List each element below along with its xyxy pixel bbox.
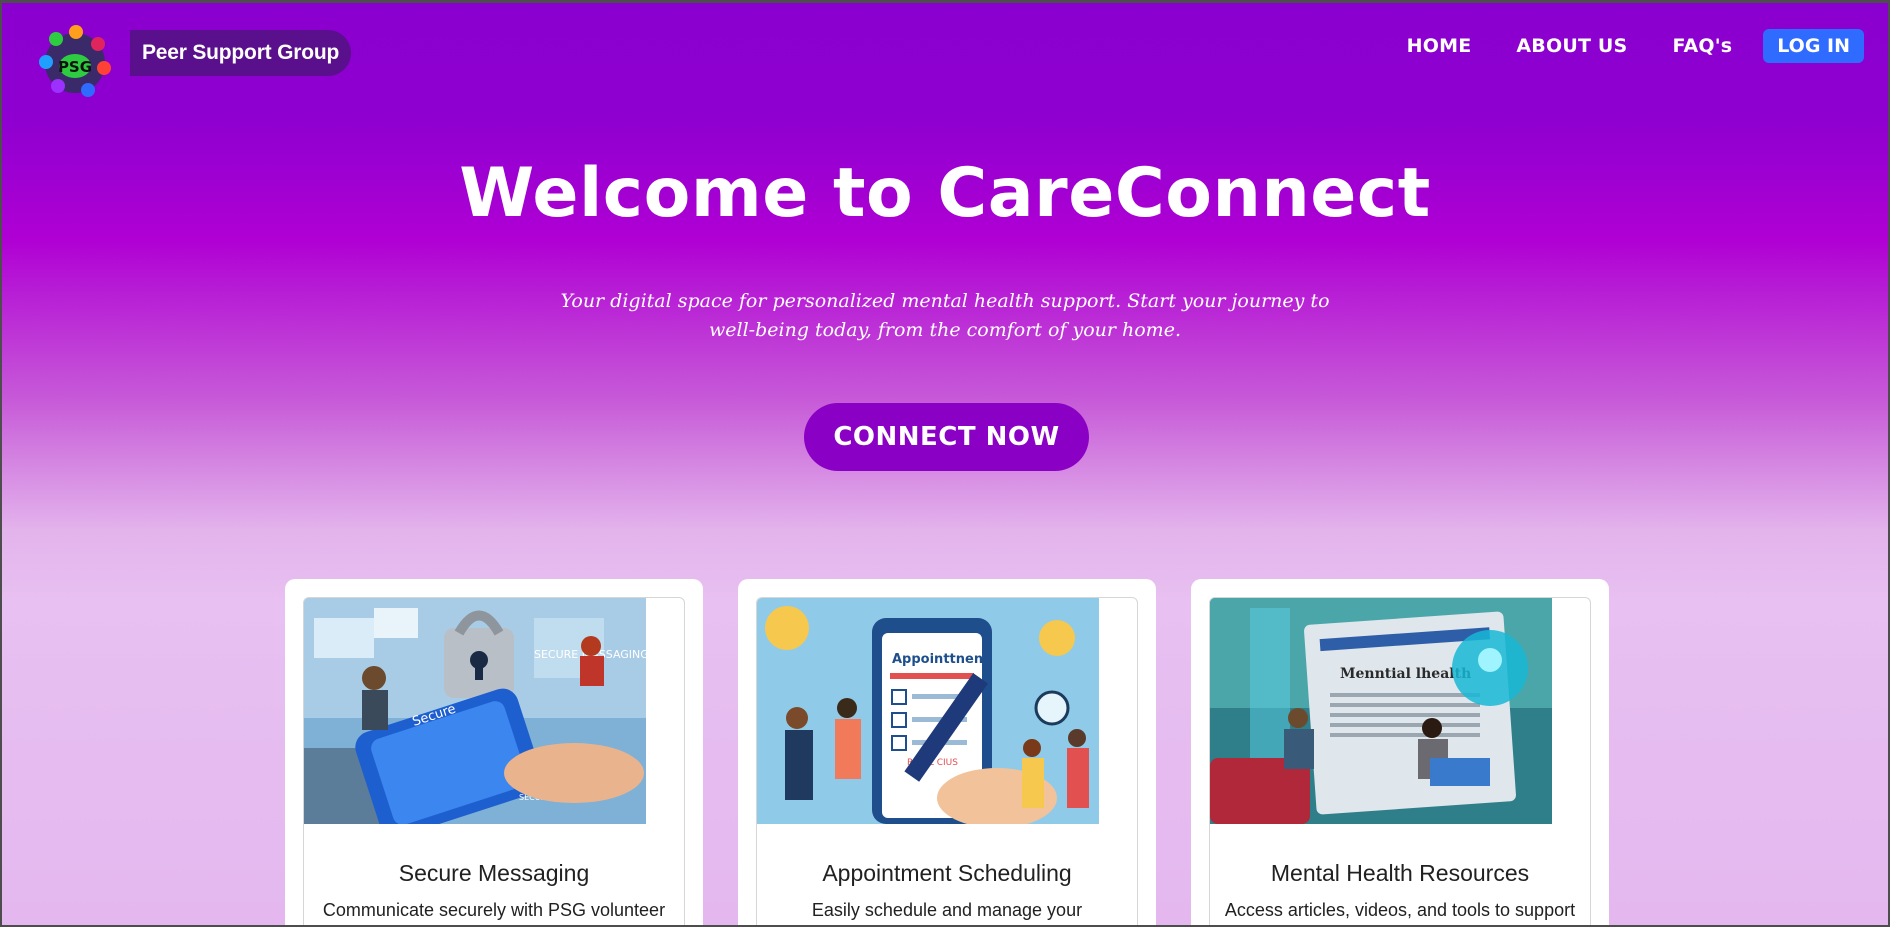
mental-health-resources-illustration: Menntial lhealth	[1210, 598, 1552, 824]
nav-faq-link[interactable]: FAQ's	[1672, 35, 1732, 57]
appointment-scheduling-illustration: Appointtnent RU AL CIUS	[757, 598, 1099, 824]
connect-now-button[interactable]: CONNECT NOW	[804, 403, 1089, 471]
card-title: Appointment Scheduling	[822, 860, 1072, 886]
feature-card-mental-health-resources: Menntial lhealth Mental Health Resources…	[1191, 579, 1609, 927]
nav-home-link[interactable]: HOME	[1407, 35, 1472, 57]
navbar: PSG Peer Support Group HOME ABOUT US FAQ…	[0, 0, 1890, 100]
card-title: Mental Health Resources	[1270, 860, 1530, 886]
card-description: Communicate securely with PSG volunteer …	[322, 900, 666, 920]
card-title: Secure Messaging	[398, 860, 590, 886]
hero-title: Welcome to CareConnect	[459, 154, 1431, 233]
hero-subtitle: Your digital space for personalized ment…	[560, 290, 1330, 341]
feature-card-appointment-scheduling: Appointtnent RU AL CIUS Appointment Sche…	[738, 579, 1156, 927]
nav-about-link[interactable]: ABOUT US	[1516, 35, 1627, 57]
feature-card-secure-messaging: Secure SECURE MASSAGING SECUR Secure Mes…	[285, 579, 703, 927]
card-description: Access articles, videos, and tools to su…	[1224, 900, 1576, 920]
login-button[interactable]: LOG IN	[1763, 29, 1864, 63]
svg-text:Menntial lhealth: Menntial lhealth	[1340, 666, 1471, 682]
nav-links: HOME ABOUT US FAQ's LOG IN	[1362, 29, 1864, 63]
brand-name[interactable]: Peer Support Group	[130, 30, 352, 76]
card-description: Easily schedule and manage your counseli…	[811, 900, 1083, 920]
svg-text:PSG: PSG	[58, 58, 92, 76]
svg-text:Appointtnent: Appointtnent	[892, 652, 989, 667]
psg-logo[interactable]: PSG	[36, 24, 114, 102]
secure-messaging-illustration: Secure SECURE MASSAGING SECUR	[304, 598, 646, 824]
